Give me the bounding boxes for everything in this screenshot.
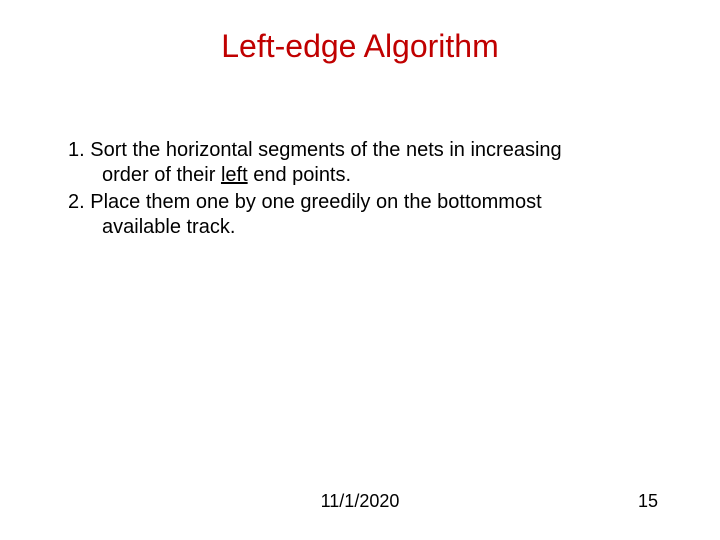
item-text-line1: Place them one by one greedily on the bo… bbox=[90, 191, 541, 213]
slide-title: Left-edge Algorithm bbox=[0, 28, 720, 65]
footer-date: 11/1/2020 bbox=[0, 491, 720, 512]
item-text-pre: order of their bbox=[102, 164, 221, 186]
footer-page-number: 15 bbox=[638, 491, 658, 512]
item-text-line2: order of their left end points. bbox=[68, 163, 652, 188]
item-number: 1. bbox=[68, 139, 85, 161]
slide-body: 1. Sort the horizontal segments of the n… bbox=[68, 138, 652, 242]
list-item: 2. Place them one by one greedily on the… bbox=[68, 190, 652, 240]
item-text-post: end points. bbox=[248, 164, 351, 186]
list-item: 1. Sort the horizontal segments of the n… bbox=[68, 138, 652, 188]
item-text-underlined: left bbox=[221, 164, 248, 186]
item-text-line2: available track. bbox=[68, 215, 652, 240]
item-text-line1: Sort the horizontal segments of the nets… bbox=[90, 139, 561, 161]
item-text-pre: available track. bbox=[102, 216, 235, 238]
item-number: 2. bbox=[68, 191, 85, 213]
slide: Left-edge Algorithm 1. Sort the horizont… bbox=[0, 0, 720, 540]
